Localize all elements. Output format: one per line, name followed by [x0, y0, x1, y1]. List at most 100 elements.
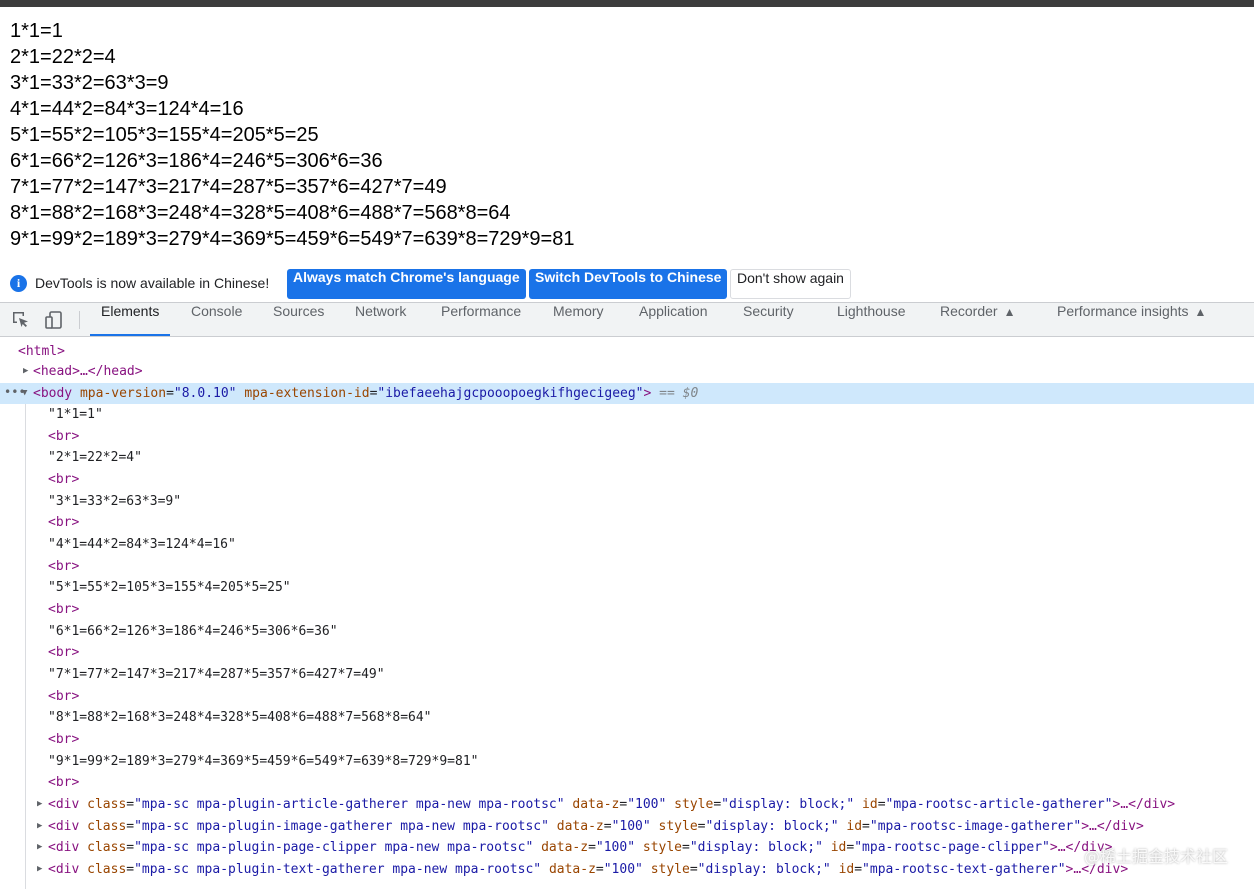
dom-text: "4*1=44*2=84*3=124*4=16" [48, 537, 236, 552]
tab-console[interactable]: Console [191, 303, 242, 336]
dont-show-again-button[interactable]: Don't show again [730, 269, 851, 299]
dom-node-br[interactable]: <br> [0, 642, 1254, 663]
dom-text: "6*1=66*2=126*3=186*4=246*5=306*6=36" [48, 624, 338, 639]
devtools-language-infobar: i DevTools is now available in Chinese! … [0, 266, 1254, 302]
dom-attr-value: "mpa-sc mpa-plugin-text-gatherer mpa-new… [134, 862, 542, 877]
dom-text: "2*1=22*2=4" [48, 450, 142, 465]
switch-to-chinese-button[interactable]: Switch DevTools to Chinese [529, 269, 728, 299]
dom-attr-value: "100" [603, 862, 643, 877]
dom-attr-name: class [87, 862, 127, 877]
dom-attr-name: id [838, 862, 855, 877]
always-match-language-button[interactable]: Always match Chrome's language [287, 269, 526, 299]
dom-attr-name: class [87, 819, 127, 834]
dom-attr-name: data-z [572, 797, 620, 812]
elements-dom-tree: <html> ▶ <head>…</head> ••• ▼ <body mpa-… [0, 337, 1254, 889]
dom-attr-name: id [846, 819, 863, 834]
dom-node-br[interactable]: <br> [0, 729, 1254, 750]
dom-attr-value: "display: block;" [697, 862, 831, 877]
dom-tag: <div [48, 797, 80, 812]
page-line: 8*1=88*2=168*3=248*4=328*5=408*6=488*7=5… [10, 202, 511, 224]
dom-attr-value: "mpa-sc mpa-plugin-article-gatherer mpa-… [134, 797, 565, 812]
dom-attr-value: "mpa-sc mpa-plugin-page-clipper mpa-new … [134, 840, 534, 855]
dom-tag: <br> [48, 645, 80, 660]
dom-text-node[interactable]: "4*1=44*2=84*3=124*4=16" [0, 534, 1254, 555]
dom-text-node[interactable]: "7*1=77*2=147*3=217*4=287*5=357*6=427*7=… [0, 664, 1254, 685]
tab-performance[interactable]: Performance [441, 303, 521, 336]
dom-tag: > [643, 386, 652, 401]
dom-tag: >…</div> [1112, 797, 1176, 812]
dom-node-body[interactable]: ••• ▼ <body mpa-version="8.0.10" mpa-ext… [0, 383, 1254, 404]
dom-tag: <div [48, 862, 80, 877]
dom-text-node[interactable]: "9*1=99*2=189*3=279*4=369*5=459*6=549*7=… [0, 751, 1254, 772]
dom-attr-name: style [642, 840, 683, 855]
page-line: 1*1=1 [10, 20, 63, 42]
dom-node-html[interactable]: <html> [0, 341, 1254, 362]
dom-attr-name: style [674, 797, 714, 812]
dom-node-div-article-gatherer[interactable]: ▶ <div class="mpa-sc mpa-plugin-article-… [0, 794, 1254, 815]
tab-network[interactable]: Network [355, 303, 406, 336]
dom-tag: <div [48, 819, 80, 834]
dom-node-br[interactable]: <br> [0, 686, 1254, 707]
tab-performance-insights-label: Performance insights [1057, 303, 1189, 319]
dom-node-br[interactable]: <br> [0, 556, 1254, 577]
dom-tag: <br> [48, 602, 80, 617]
expand-triangle-icon[interactable]: ▶ [37, 859, 42, 880]
dom-attr-value: "mpa-rootsc-page-clipper" [854, 840, 1050, 855]
tab-security[interactable]: Security [743, 303, 794, 336]
expand-triangle-icon[interactable]: ▶ [37, 794, 42, 815]
tab-elements[interactable]: Elements [90, 303, 171, 336]
inspect-element-icon[interactable] [11, 310, 31, 330]
tab-recorder-label: Recorder [940, 303, 998, 319]
dom-tag: <br> [48, 515, 80, 530]
expand-triangle-icon[interactable]: ▶ [37, 837, 42, 858]
dom-node-head[interactable]: ▶ <head>…</head> [0, 361, 1254, 382]
dom-attr-name: data-z [548, 862, 596, 877]
dom-node-div-page-clipper[interactable]: ▶ <div class="mpa-sc mpa-plugin-page-cli… [0, 837, 1254, 858]
device-toolbar-icon[interactable] [44, 310, 64, 330]
dom-indent-guide [25, 404, 26, 889]
expand-triangle-icon[interactable]: ▶ [37, 816, 42, 837]
collapse-triangle-icon[interactable]: ▼ [22, 383, 27, 404]
dom-text: "8*1=88*2=168*3=248*4=328*5=408*6=488*7=… [48, 710, 432, 725]
tab-recorder[interactable]: Recorder ▲ [940, 303, 1015, 336]
dom-tag: <br> [48, 732, 80, 747]
dom-tag: <div [48, 840, 80, 855]
dom-text-node[interactable]: "2*1=22*2=4" [0, 447, 1254, 468]
tab-sources[interactable]: Sources [273, 303, 324, 336]
dom-attr-value: "display: block;" [721, 797, 855, 812]
browser-top-bar [0, 0, 1254, 7]
page-line: 5*1=55*2=105*3=155*4=205*5=25 [10, 124, 319, 146]
dom-attr-value: "display: block;" [705, 819, 839, 834]
dom-attr-name: class [87, 797, 127, 812]
toolbar-separator [79, 311, 80, 329]
dom-tag: <body [33, 386, 73, 401]
expand-triangle-icon[interactable]: ▶ [23, 361, 28, 382]
dom-attr-value: "100" [595, 840, 636, 855]
dom-tag: <br> [48, 429, 80, 444]
dom-node-br[interactable]: <br> [0, 772, 1254, 793]
dom-text-node[interactable]: "1*1=1" [0, 404, 1254, 425]
dom-text: "1*1=1" [48, 407, 103, 422]
page-line: 2*1=22*2=4 [10, 46, 116, 68]
tab-performance-insights[interactable]: Performance insights ▲ [1057, 303, 1206, 336]
dom-text-node[interactable]: "6*1=66*2=126*3=186*4=246*5=306*6=36" [0, 621, 1254, 642]
dom-node-br[interactable]: <br> [0, 599, 1254, 620]
dom-attr-name: style [658, 819, 698, 834]
experiment-flask-icon: ▲ [1003, 305, 1016, 319]
dom-text-node[interactable]: "8*1=88*2=168*3=248*4=328*5=408*6=488*7=… [0, 707, 1254, 728]
dom-attr-value: "100" [611, 819, 651, 834]
dom-attr-value: "8.0.10" [173, 386, 237, 401]
dom-node-br[interactable]: <br> [0, 512, 1254, 533]
dom-node-div-image-gatherer[interactable]: ▶ <div class="mpa-sc mpa-plugin-image-ga… [0, 816, 1254, 837]
dom-node-br[interactable]: <br> [0, 469, 1254, 490]
dom-node-div-text-gatherer[interactable]: ▶ <div class="mpa-sc mpa-plugin-text-gat… [0, 859, 1254, 880]
dom-attr-value: "100" [627, 797, 667, 812]
dom-text-node[interactable]: "3*1=33*2=63*3=9" [0, 491, 1254, 512]
dom-text-node[interactable]: "5*1=55*2=105*3=155*4=205*5=25" [0, 577, 1254, 598]
tab-application[interactable]: Application [639, 303, 708, 336]
dom-node-br[interactable]: <br> [0, 426, 1254, 447]
dom-attr-name: mpa-extension-id [244, 386, 370, 401]
tab-lighthouse[interactable]: Lighthouse [837, 303, 906, 336]
tab-memory[interactable]: Memory [553, 303, 604, 336]
page-line: 3*1=33*2=63*3=9 [10, 72, 169, 94]
